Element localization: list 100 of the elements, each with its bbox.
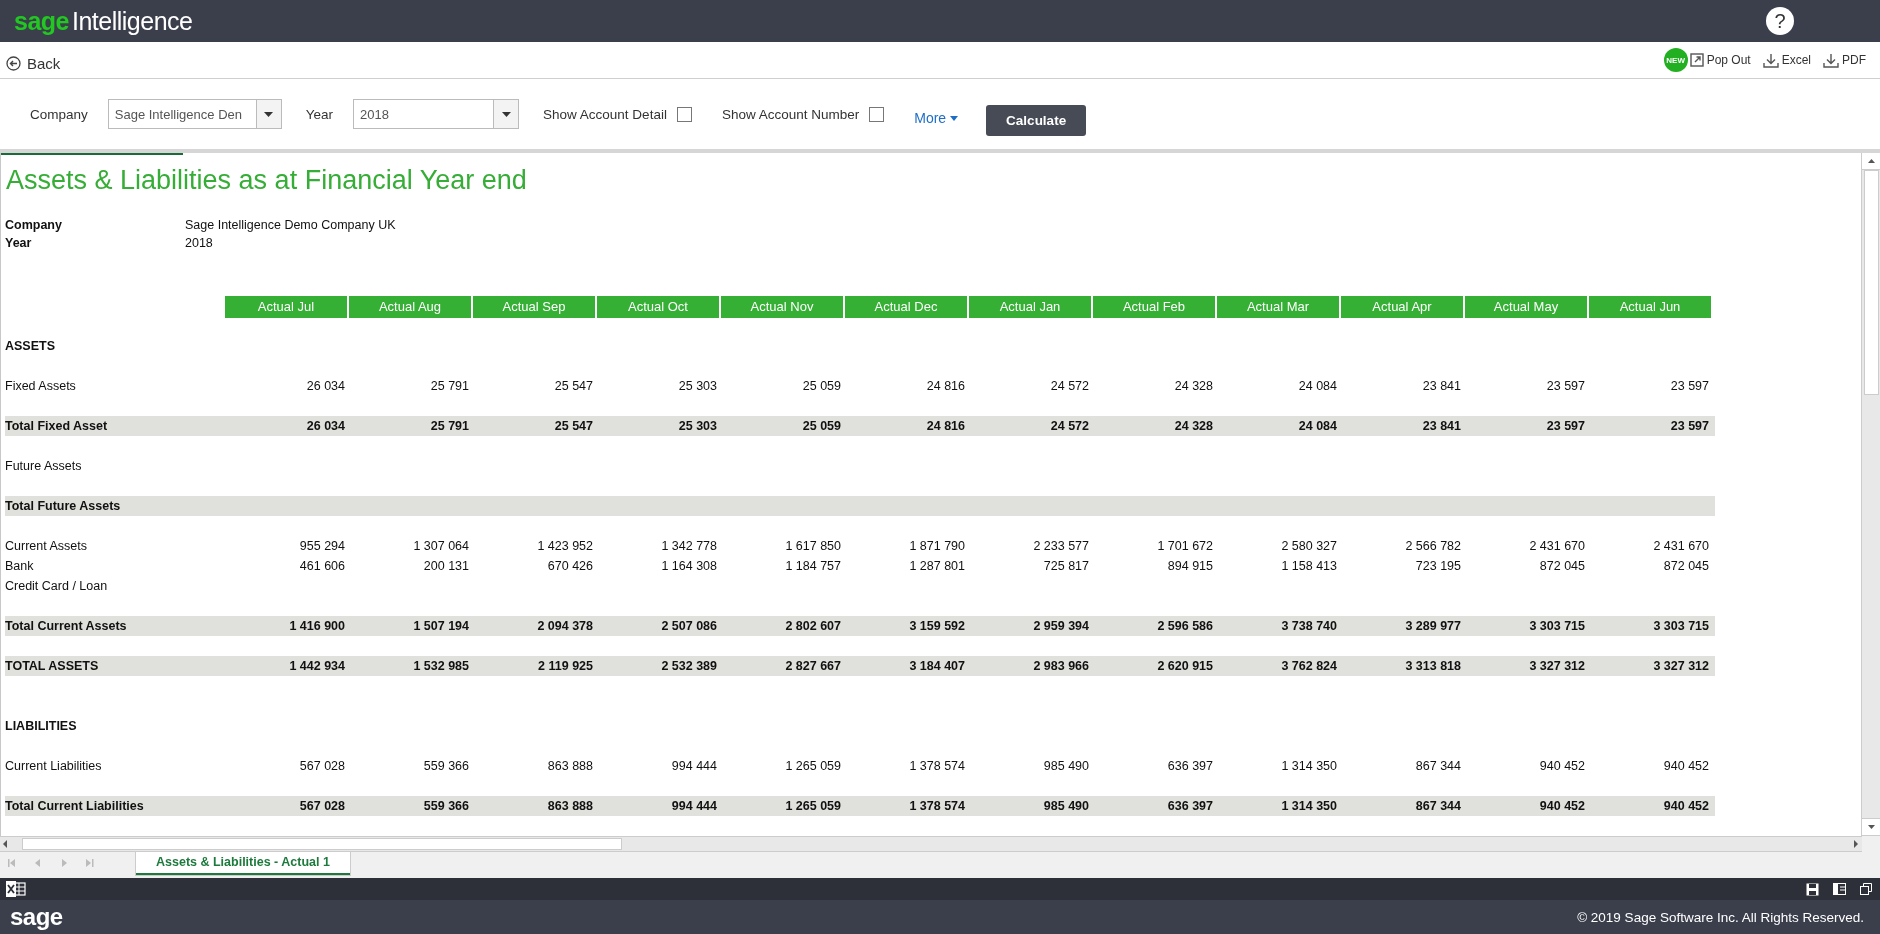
table-cell-text: 636 397 xyxy=(1166,799,1214,813)
year-dropdown[interactable]: 2018 xyxy=(353,99,520,129)
back-button[interactable]: Back xyxy=(6,54,61,72)
table-cell-text: 3 303 715 xyxy=(1528,619,1586,633)
checkbox[interactable] xyxy=(869,106,885,122)
table-cell-text: 24 328 xyxy=(1173,379,1214,393)
table-cell-text: 559 366 xyxy=(422,759,470,773)
table-cell-text: 3 303 715 xyxy=(1652,619,1710,633)
table-cell-text: 670 426 xyxy=(546,559,594,573)
column-header: Actual Feb xyxy=(1091,296,1215,318)
row-label: Current Assets xyxy=(5,539,88,553)
table-cell-text: 1 423 952 xyxy=(536,539,594,553)
table-cell-text: 863 888 xyxy=(546,799,594,813)
caret-icon xyxy=(950,115,959,121)
table-cell-text: 863 888 xyxy=(546,759,594,773)
table-cell-text: 24 816 xyxy=(925,379,966,393)
table-cell-text: 1 265 059 xyxy=(784,799,842,813)
row-label: Credit Card / Loan xyxy=(5,579,109,593)
table-cell-text: 1 378 574 xyxy=(908,799,966,813)
row-label: Total Future Assets xyxy=(5,499,122,513)
table-cell-text: 24 084 xyxy=(1297,419,1338,433)
row-label: Future Assets xyxy=(5,459,83,473)
table-cell-text: 723 195 xyxy=(1414,559,1462,573)
table-cell-text: 1 342 778 xyxy=(660,539,718,553)
table-cell-text: 1 265 059 xyxy=(784,759,842,773)
row-label: Total Fixed Asset xyxy=(5,419,109,433)
table-cell-text: 2 507 086 xyxy=(660,619,718,633)
table-cell-text: 567 028 xyxy=(298,759,346,773)
help-button[interactable]: ? xyxy=(1766,7,1794,35)
table-cell-text: 25 791 xyxy=(429,379,470,393)
section-heading: ASSETS xyxy=(5,339,56,353)
table-cell-text: 2 094 378 xyxy=(536,619,594,633)
table-cell-text: 25 303 xyxy=(677,419,718,433)
toolbar-link[interactable]: Excel xyxy=(1762,52,1811,68)
toolbar-link[interactable]: Pop Out xyxy=(1689,53,1751,67)
table-cell-text: 24 816 xyxy=(925,419,966,433)
more-button[interactable]: More xyxy=(914,110,959,126)
table-cell-text: 2 566 782 xyxy=(1404,539,1462,553)
table-cell-text: 23 841 xyxy=(1421,379,1462,393)
table-cell-text: 23 841 xyxy=(1421,419,1462,433)
scroll-up-arrow-icon[interactable] xyxy=(1867,159,1875,163)
table-cell-text: 26 034 xyxy=(305,379,346,393)
layout-icon[interactable] xyxy=(1833,882,1846,895)
column-header: Actual Sep xyxy=(471,296,595,318)
table-cell-text: 1 307 064 xyxy=(412,539,470,553)
table-cell-text: 2 233 577 xyxy=(1032,539,1090,553)
report-title: Assets & Liabilities as at Financial Year end xyxy=(6,165,528,196)
table-cell-text: 1 701 672 xyxy=(1156,539,1214,553)
row-label: TOTAL ASSETS xyxy=(5,659,100,673)
table-cell-text: 25 303 xyxy=(677,379,718,393)
table-cell-text: 559 366 xyxy=(422,799,470,813)
table-cell-text: 25 059 xyxy=(801,379,842,393)
table-cell-text: 3 762 824 xyxy=(1280,659,1338,673)
column-header: Actual Nov xyxy=(719,296,843,318)
table-cell-text: 2 620 915 xyxy=(1156,659,1214,673)
checkbox[interactable] xyxy=(676,106,692,122)
table-cell-text: 2 802 607 xyxy=(784,619,842,633)
table-cell-text: 872 045 xyxy=(1662,559,1710,573)
scroll-right-arrow-icon[interactable] xyxy=(1852,840,1860,848)
save-icon[interactable] xyxy=(1806,882,1819,896)
table-cell-text: 636 397 xyxy=(1166,759,1214,773)
row-label: Total Current Assets xyxy=(5,619,128,633)
table-cell-text: 23 597 xyxy=(1669,419,1710,433)
table-cell-text: 985 490 xyxy=(1042,759,1090,773)
table-cell-text: 2 827 667 xyxy=(784,659,842,673)
company-dropdown[interactable]: Sage Intelligence Den xyxy=(107,99,282,129)
table-cell-text: 1 617 850 xyxy=(784,539,842,553)
table-cell-text: 1 532 985 xyxy=(412,659,470,673)
table-cell-text: 994 444 xyxy=(670,799,718,813)
table-cell-text: 872 045 xyxy=(1538,559,1586,573)
company-label: Company xyxy=(30,106,88,122)
column-header: Actual Mar xyxy=(1215,296,1339,318)
table-cell-text: 26 034 xyxy=(305,419,346,433)
sheet-tab[interactable]: Assets & Liabilities - Actual 1 xyxy=(136,852,350,875)
scroll-down-arrow-icon[interactable] xyxy=(1867,825,1875,829)
column-header: Actual Jun xyxy=(1587,296,1711,318)
meta-value: Sage Intelligence Demo Company UK xyxy=(185,218,397,232)
footer-logo: sage xyxy=(10,903,63,931)
option-label: Show Account Detail xyxy=(543,106,667,122)
copyright-text: © 2019 Sage Software Inc. All Rights Reserved. xyxy=(1577,909,1864,925)
option-label: Show Account Number xyxy=(721,106,860,122)
table-cell-text: 3 313 818 xyxy=(1404,659,1462,673)
horizontal-scrollbar[interactable] xyxy=(0,836,1862,852)
vertical-scrollbar[interactable] xyxy=(1861,153,1880,836)
caret-icon xyxy=(264,111,274,117)
download-icon xyxy=(1823,52,1839,68)
caret-icon xyxy=(501,111,511,117)
row-label: Current Liabilities xyxy=(5,759,103,773)
column-header: Actual Jan xyxy=(967,296,1091,318)
table-cell-text: 940 452 xyxy=(1538,759,1586,773)
table-cell-text: 24 084 xyxy=(1297,379,1338,393)
toolbar-link[interactable]: PDF xyxy=(1823,52,1866,68)
row-label: Fixed Assets xyxy=(5,379,77,393)
scroll-left-arrow-icon[interactable] xyxy=(2,840,10,848)
spreadsheet-icon[interactable] xyxy=(6,881,26,897)
column-header: Actual Jul xyxy=(223,296,347,318)
restore-window-icon[interactable] xyxy=(1860,882,1872,895)
calculate-button[interactable]: Calculate xyxy=(986,104,1087,136)
table-cell-text: 3 159 592 xyxy=(908,619,966,633)
table-cell-text: 24 572 xyxy=(1049,379,1090,393)
